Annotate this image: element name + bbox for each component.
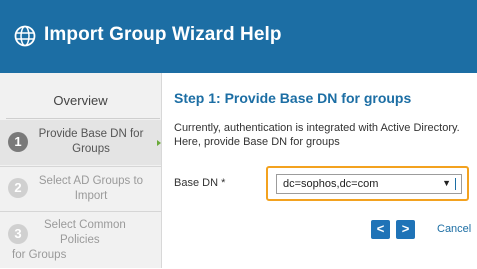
- globe-icon: [14, 25, 36, 47]
- step-number: 2: [8, 178, 28, 198]
- step-label-line2: Policies: [60, 234, 100, 246]
- divider: [6, 118, 160, 119]
- overview-heading: Overview: [53, 93, 108, 108]
- wizard-step-1[interactable]: 1 Provide Base DN for Groups: [0, 120, 161, 165]
- cancel-link[interactable]: Cancel: [437, 223, 471, 235]
- page-title: Import Group Wizard Help: [44, 24, 282, 45]
- base-dn-select[interactable]: dc=sophos,dc=com ▼: [276, 174, 462, 194]
- step-number: 3: [8, 224, 28, 244]
- base-dn-label: Base DN *: [174, 177, 226, 189]
- current-step-arrow-icon: [157, 140, 161, 146]
- base-dn-value: dc=sophos,dc=com: [283, 178, 379, 190]
- step-label-line3: for Groups: [12, 249, 67, 261]
- base-dn-highlight: dc=sophos,dc=com ▼: [266, 166, 469, 201]
- wizard-step-3[interactable]: 3 Select Common Policies for Groups: [0, 211, 161, 269]
- header-bar: Import Group Wizard Help: [0, 0, 477, 73]
- step-description: Currently, authentication is integrated …: [174, 122, 460, 148]
- step-number: 1: [8, 132, 28, 152]
- step-label-line1: Select Common: [44, 219, 126, 231]
- step-title: Step 1: Provide Base DN for groups: [174, 90, 412, 106]
- next-button[interactable]: >: [396, 220, 415, 239]
- previous-button[interactable]: <: [371, 220, 390, 239]
- step-label: Provide Base DN for Groups: [38, 128, 144, 155]
- wizard-step-2[interactable]: 2 Select AD Groups to Import: [0, 166, 161, 211]
- step-label: Select AD Groups to Import: [38, 175, 144, 202]
- dropdown-arrow-icon: ▼: [442, 178, 451, 188]
- text-cursor: [455, 178, 456, 190]
- wizard-sidebar: Overview 1 Provide Base DN for Groups 2 …: [0, 73, 162, 268]
